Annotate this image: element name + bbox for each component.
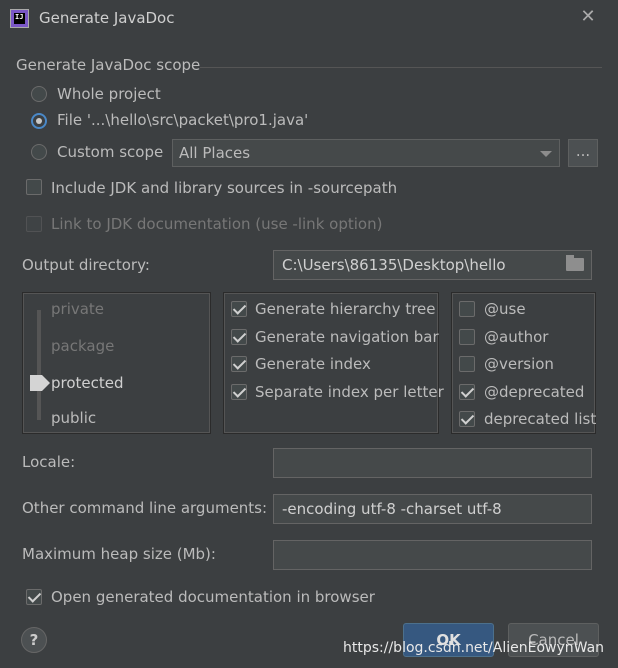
help-button[interactable]: ? (21, 627, 47, 653)
tag-label[interactable]: @author (484, 328, 548, 346)
tag-label[interactable]: @deprecated (484, 383, 584, 401)
tag-deprecated-list-checkbox[interactable] (459, 411, 475, 427)
custom-scope-dropdown[interactable]: All Places (172, 139, 560, 167)
tag-version-checkbox[interactable] (459, 356, 475, 372)
file-label[interactable]: File '...\hello\src\packet\pro1.java' (57, 111, 308, 129)
heap-size-label: Maximum heap size (Mb): (22, 545, 216, 563)
chevron-down-icon (540, 151, 552, 157)
custom-scope-value: All Places (179, 144, 251, 162)
file-radio[interactable] (31, 113, 47, 129)
other-args-value: -encoding utf-8 -charset utf-8 (282, 500, 502, 518)
whole-project-radio[interactable] (31, 86, 47, 102)
custom-scope-radio[interactable] (31, 144, 47, 160)
visibility-slider-thumb[interactable] (30, 375, 50, 391)
tag-label[interactable]: @use (484, 300, 526, 318)
generate-option-label[interactable]: Generate index (255, 355, 371, 373)
generate-option-label[interactable]: Separate index per letter (255, 383, 444, 401)
generate-option-label[interactable]: Generate hierarchy tree (255, 300, 436, 318)
close-icon[interactable]: ✕ (578, 6, 598, 28)
heap-size-field[interactable] (273, 540, 592, 570)
browse-scope-button[interactable]: ... (568, 139, 598, 167)
link-jdk-checkbox (26, 216, 42, 232)
visibility-level[interactable]: package (51, 337, 114, 355)
folder-icon[interactable] (566, 255, 584, 271)
visibility-level[interactable]: private (51, 300, 104, 318)
intellij-app-icon: IJ (10, 9, 29, 28)
open-browser-label[interactable]: Open generated documentation in browser (51, 588, 375, 606)
custom-scope-label[interactable]: Custom scope (57, 143, 163, 161)
include-jdk-checkbox[interactable] (26, 179, 42, 195)
generate-navigation-checkbox[interactable] (231, 329, 247, 345)
locale-label: Locale: (22, 453, 76, 471)
open-browser-checkbox[interactable] (26, 589, 42, 605)
other-args-field[interactable]: -encoding utf-8 -charset utf-8 (273, 494, 592, 524)
locale-field[interactable] (273, 448, 592, 478)
tag-author-checkbox[interactable] (459, 329, 475, 345)
tag-label[interactable]: deprecated list (484, 410, 596, 428)
generate-index-checkbox[interactable] (231, 356, 247, 372)
generate-hierarchy-checkbox[interactable] (231, 301, 247, 317)
separate-index-checkbox[interactable] (231, 384, 247, 400)
tag-label[interactable]: @version (484, 355, 554, 373)
generate-option-label[interactable]: Generate navigation bar (255, 328, 439, 346)
other-args-label: Other command line arguments: (22, 499, 268, 517)
tag-use-checkbox[interactable] (459, 301, 475, 317)
watermark-text: https://blog.csdn.net/AlienEowynWan (343, 640, 605, 656)
output-directory-value: C:\Users\86135\Desktop\hello (282, 256, 506, 274)
output-directory-field[interactable]: C:\Users\86135\Desktop\hello (273, 250, 592, 280)
tag-deprecated-checkbox[interactable] (459, 384, 475, 400)
visibility-level[interactable]: protected (51, 374, 124, 392)
visibility-level[interactable]: public (51, 409, 96, 427)
window-title: Generate JavaDoc (39, 9, 175, 27)
scope-group-title: Generate JavaDoc scope (16, 56, 201, 74)
group-separator (200, 67, 602, 68)
include-jdk-label[interactable]: Include JDK and library sources in -sour… (51, 179, 397, 197)
link-jdk-label: Link to JDK documentation (use -link opt… (51, 215, 383, 233)
whole-project-label[interactable]: Whole project (57, 85, 161, 103)
output-directory-label: Output directory: (22, 256, 150, 274)
visibility-slider-track[interactable] (37, 310, 41, 420)
